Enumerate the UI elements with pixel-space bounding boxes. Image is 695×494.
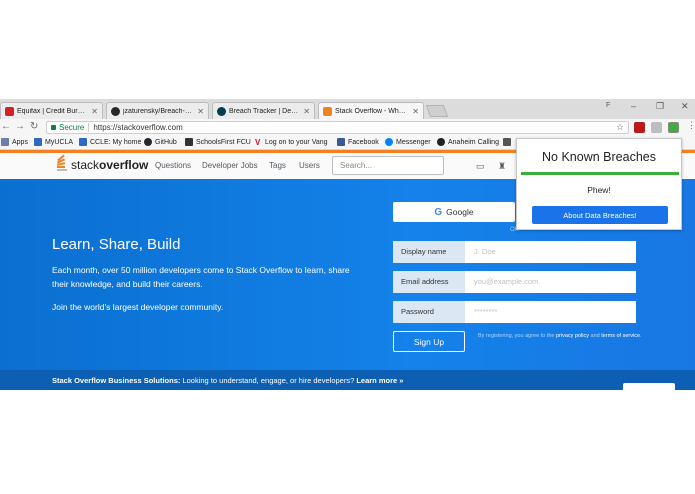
forward-icon[interactable]: → bbox=[15, 121, 25, 132]
devpost-icon bbox=[217, 106, 226, 116]
hero-join-text: Join the world’s largest developer commu… bbox=[52, 302, 224, 312]
bookmark-ccle[interactable]: CCLE: My home bbox=[79, 138, 141, 146]
bookmark-facebook[interactable]: Facebook bbox=[337, 138, 379, 146]
messenger-icon bbox=[385, 138, 393, 146]
status-bar bbox=[521, 172, 679, 175]
bookmark-vanguard[interactable]: V Log on to your Vang bbox=[255, 138, 328, 147]
url-text: https://stackoverflow.com bbox=[88, 123, 183, 132]
bookmark-apps[interactable]: Apps bbox=[1, 138, 28, 146]
business-text: Stack Overflow Business Solutions: Looki… bbox=[52, 376, 404, 385]
window-close-icon[interactable]: ✕ bbox=[681, 101, 689, 112]
bookmark-anaheim-calling[interactable]: Anaheim Calling bbox=[437, 138, 499, 146]
tab-equifax[interactable]: Equifax | Credit Bureau | ✕ bbox=[0, 102, 103, 119]
close-icon[interactable]: ✕ bbox=[303, 107, 310, 116]
google-icon: G bbox=[434, 206, 443, 218]
privacy-policy-link[interactable]: privacy policy bbox=[556, 333, 589, 339]
password-field[interactable]: Password ******** bbox=[393, 301, 636, 323]
trophy-icon[interactable]: ♜ bbox=[498, 161, 506, 172]
maximize-icon[interactable]: ❐ bbox=[656, 101, 664, 112]
close-icon[interactable]: ✕ bbox=[412, 107, 419, 116]
bookmark-schoolsfirst[interactable]: SchoolsFirst FCU bbox=[185, 138, 251, 146]
bookmark-github[interactable]: GitHub bbox=[144, 138, 177, 146]
bookmark-more[interactable] bbox=[503, 138, 514, 146]
back-icon[interactable]: ← bbox=[1, 121, 11, 132]
hero-description: Each month, over 50 million developers c… bbox=[52, 265, 350, 289]
menu-dots-icon[interactable]: ⋮ bbox=[687, 120, 695, 131]
equifax-icon bbox=[5, 106, 14, 116]
secure-label: Secure bbox=[59, 123, 85, 132]
so-logo[interactable]: stack overflow bbox=[56, 154, 149, 172]
display-name-label: Display name bbox=[393, 241, 465, 263]
password-label: Password bbox=[393, 301, 465, 323]
google-signup-button[interactable]: G Google bbox=[393, 202, 515, 222]
ucla-icon bbox=[79, 138, 87, 146]
bookmark-myucla[interactable]: MyUCLA bbox=[34, 138, 73, 146]
inbox-icon[interactable]: ▭ bbox=[476, 161, 485, 172]
ucla-icon bbox=[34, 138, 42, 146]
nav-users[interactable]: Users bbox=[299, 161, 320, 170]
terms-of-service-link[interactable]: terms of service bbox=[601, 333, 640, 339]
schoolsfirst-icon bbox=[185, 138, 193, 146]
business-button[interactable] bbox=[623, 383, 675, 390]
bookmark-star-icon[interactable]: ☆ bbox=[616, 122, 624, 133]
stack-overflow-icon bbox=[323, 106, 332, 116]
apps-icon bbox=[1, 138, 9, 146]
legal-text: By registering, you agree to the privacy… bbox=[478, 333, 642, 339]
vanguard-icon: V bbox=[255, 138, 261, 147]
gmail-extension-icon[interactable] bbox=[651, 122, 662, 133]
github-icon bbox=[144, 138, 152, 146]
signup-button[interactable]: Sign Up bbox=[393, 331, 465, 352]
email-label: Email address bbox=[393, 271, 465, 293]
popup-message: Phew! bbox=[587, 185, 611, 195]
tab-devpost[interactable]: Breach Tracker | Devpost ✕ bbox=[212, 102, 315, 119]
display-name-field[interactable]: Display name J. Doe bbox=[393, 241, 636, 263]
profile-indicator[interactable]: F bbox=[606, 102, 610, 109]
logo-text-light: stack bbox=[71, 157, 100, 172]
learn-more-link[interactable]: Learn more » bbox=[356, 376, 403, 385]
search-input[interactable]: Search... bbox=[332, 156, 444, 175]
hero-title: Learn, Share, Build bbox=[52, 236, 181, 253]
reload-icon[interactable]: ↻ bbox=[30, 121, 38, 132]
tab-stack-overflow[interactable]: Stack Overflow - Where D ✕ bbox=[318, 102, 424, 119]
close-icon[interactable]: ✕ bbox=[197, 107, 204, 116]
lock-icon bbox=[51, 125, 56, 130]
browser-window: Equifax | Credit Bureau | ✕ jzaturensky/… bbox=[0, 99, 695, 390]
stack-logo-icon bbox=[56, 154, 68, 172]
breach-tracker-extension-icon[interactable] bbox=[668, 122, 679, 133]
nav-developer-jobs[interactable]: Developer Jobs bbox=[202, 161, 258, 170]
anaheim-calling-icon bbox=[437, 138, 445, 146]
nav-tags[interactable]: Tags bbox=[269, 161, 286, 170]
about-data-breaches-button[interactable]: About Data Breaches! bbox=[532, 206, 668, 224]
tab-github[interactable]: jzaturensky/Breach-Track ✕ bbox=[106, 102, 209, 119]
github-icon bbox=[111, 106, 120, 116]
display-name-input[interactable]: J. Doe bbox=[465, 241, 636, 263]
bookmark-messenger[interactable]: Messenger bbox=[385, 138, 431, 146]
new-tab-button[interactable] bbox=[425, 105, 449, 117]
nav-questions[interactable]: Questions bbox=[155, 161, 191, 170]
breach-tracker-popup: No Known Breaches Phew! About Data Breac… bbox=[516, 138, 682, 230]
minimize-icon[interactable]: – bbox=[631, 101, 636, 111]
bookmark-icon bbox=[503, 138, 511, 146]
address-bar: ← → ↻ Secure https://stackoverflow.com ☆ bbox=[0, 119, 695, 136]
facebook-icon bbox=[337, 138, 345, 146]
logo-text-bold: overflow bbox=[99, 157, 149, 172]
shield-extension-icon[interactable] bbox=[634, 122, 645, 133]
tab-strip: Equifax | Credit Bureau | ✕ jzaturensky/… bbox=[0, 99, 695, 119]
business-banner: Stack Overflow Business Solutions: Looki… bbox=[0, 370, 695, 390]
url-input[interactable]: Secure https://stackoverflow.com ☆ bbox=[46, 121, 629, 134]
close-icon[interactable]: ✕ bbox=[91, 107, 98, 116]
email-field[interactable]: Email address you@example.com bbox=[393, 271, 636, 293]
password-input[interactable]: ******** bbox=[465, 301, 636, 323]
email-input[interactable]: you@example.com bbox=[465, 271, 636, 293]
popup-title: No Known Breaches bbox=[542, 150, 656, 164]
